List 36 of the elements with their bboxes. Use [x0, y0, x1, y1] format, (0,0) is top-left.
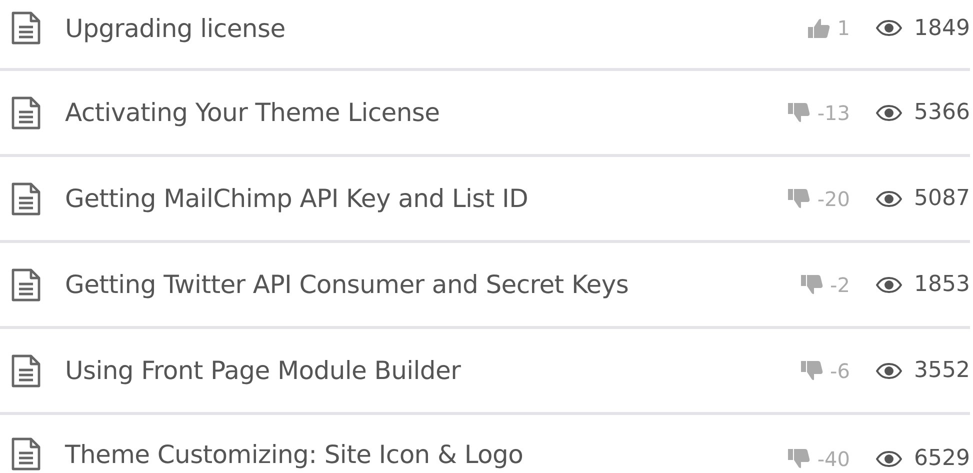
article-link[interactable]: Activating Your Theme License [65, 98, 440, 127]
eye-icon [876, 276, 902, 292]
view-count: 6529 [914, 446, 970, 471]
vote-count: -13 [817, 100, 850, 124]
document-icon [11, 11, 41, 45]
document-icon [11, 354, 41, 388]
thumbs-down-icon[interactable] [787, 186, 812, 210]
thumbs-down-icon[interactable] [787, 446, 812, 470]
eye-icon [876, 190, 902, 206]
vote-count: -20 [817, 186, 850, 210]
view-count: 5366 [914, 100, 970, 125]
vote-count: -40 [817, 446, 850, 470]
article-link[interactable]: Getting MailChimp API Key and List ID [65, 184, 528, 213]
article-link[interactable]: Getting Twitter API Consumer and Secret Keys [65, 270, 629, 299]
document-icon [11, 437, 41, 471]
thumbs-down-icon[interactable] [800, 358, 824, 382]
vote-count: 1 [837, 16, 850, 40]
vote-count: -2 [830, 272, 850, 296]
thumbs-down-icon[interactable] [800, 272, 824, 296]
eye-icon [876, 450, 902, 466]
document-icon [11, 96, 41, 130]
view-count: 3552 [914, 358, 970, 383]
vote-count: -6 [830, 358, 850, 382]
view-count: 5087 [914, 186, 970, 211]
thumbs-up-icon[interactable] [807, 16, 832, 40]
eye-icon [876, 104, 902, 120]
eye-icon [876, 20, 902, 36]
thumbs-down-icon[interactable] [787, 100, 812, 124]
view-count: 1849 [914, 16, 970, 40]
article-link[interactable]: Upgrading license [65, 14, 286, 42]
view-count: 1853 [914, 272, 970, 297]
document-icon [11, 182, 41, 216]
article-link[interactable]: Theme Customizing: Site Icon & Logo [65, 440, 524, 468]
document-icon [11, 268, 41, 302]
article-link[interactable]: Using Front Page Module Builder [65, 356, 461, 385]
eye-icon [876, 362, 902, 378]
